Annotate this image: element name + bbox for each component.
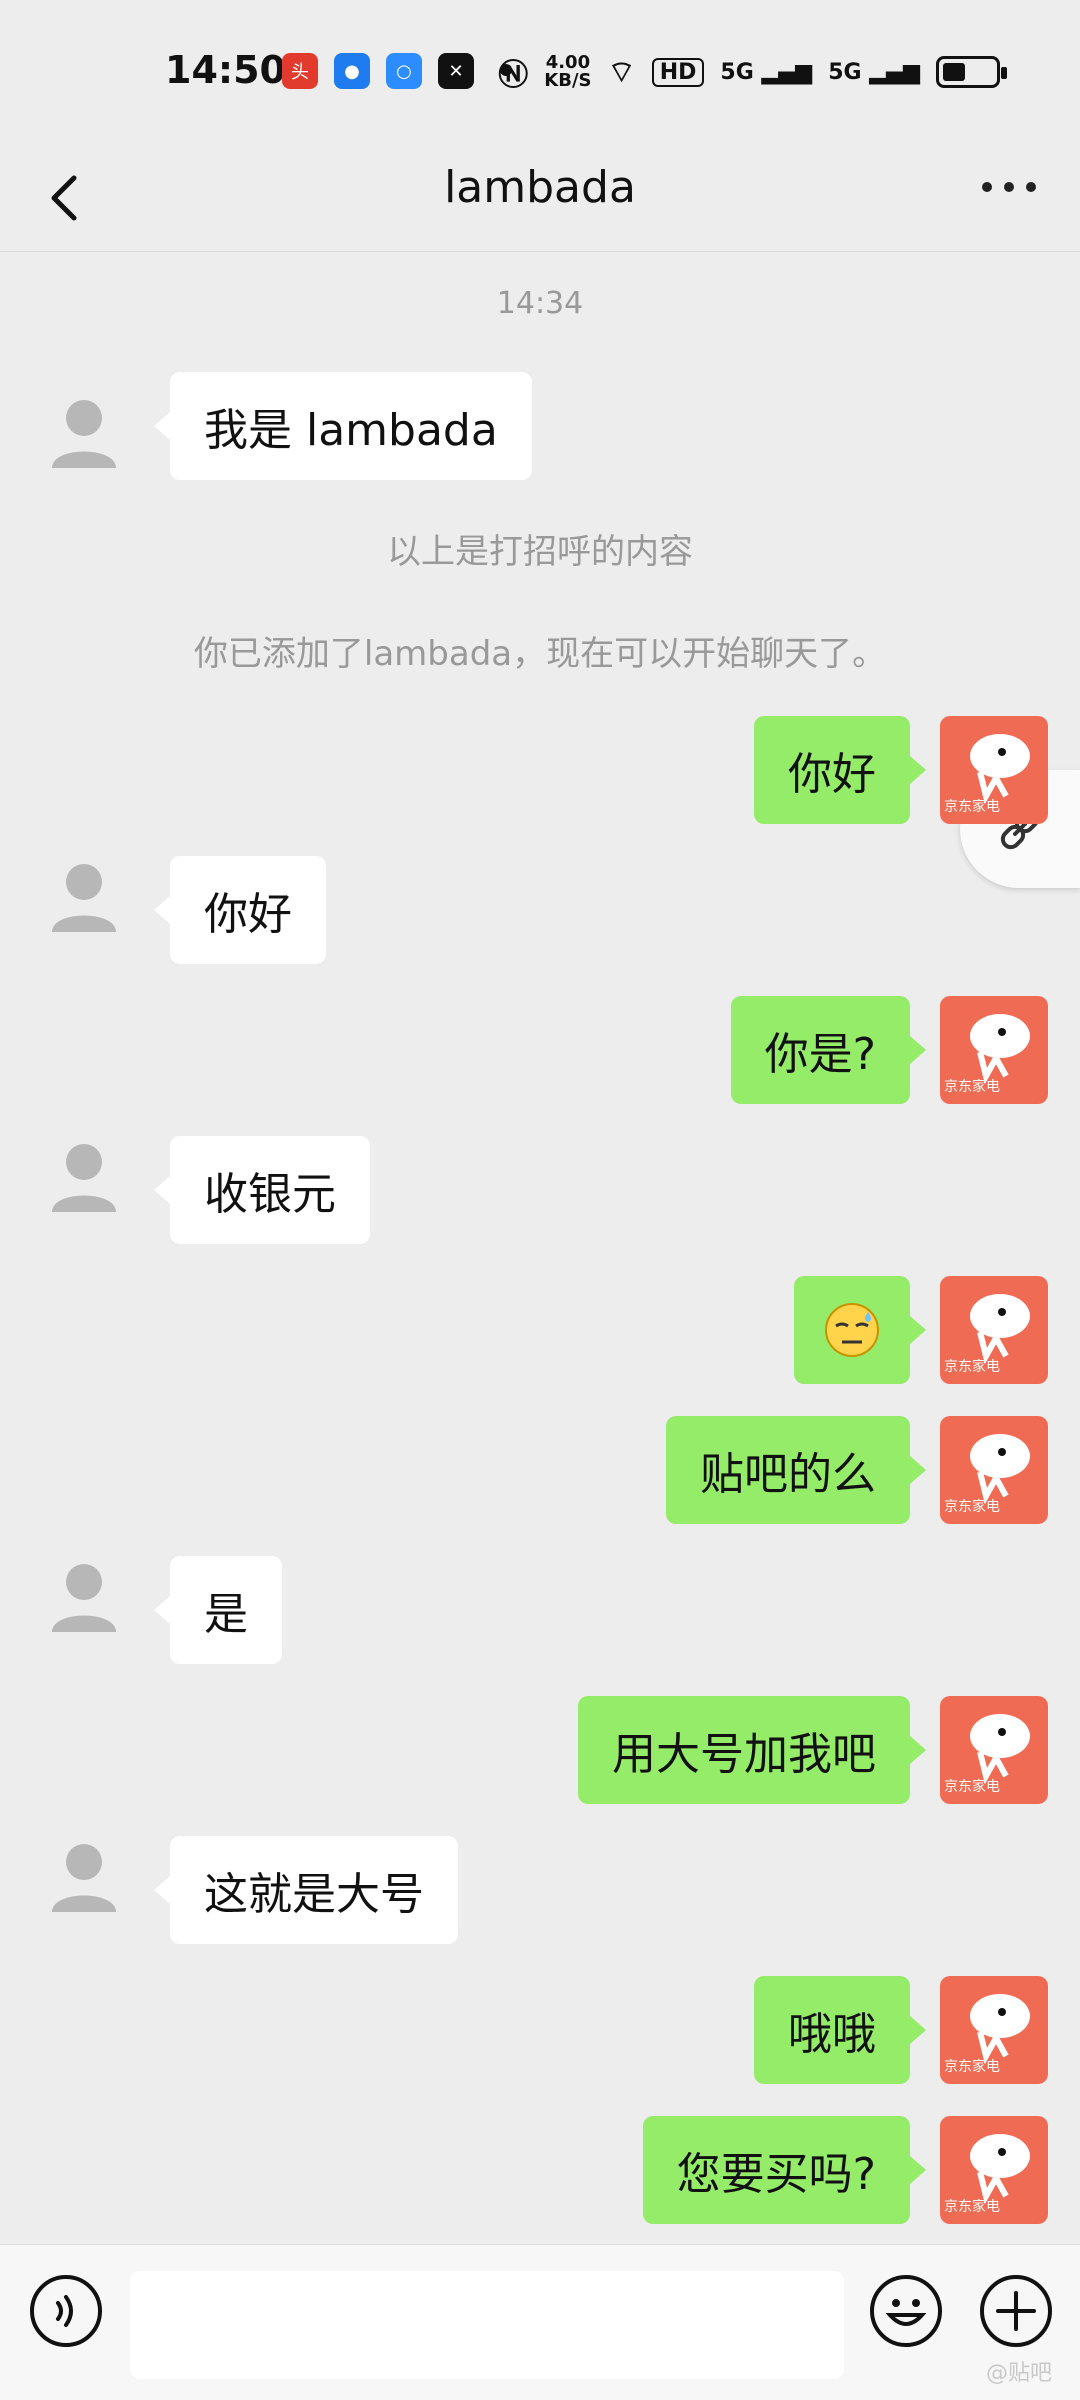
message-input[interactable] <box>130 2271 844 2379</box>
jd-avatar-icon[interactable]: 京东家电 <box>940 1416 1048 1524</box>
input-bar: @贴吧 <box>0 2244 1080 2400</box>
jd-avatar-icon[interactable]: 京东家电 <box>940 716 1048 824</box>
message-bubble-right[interactable]: 您要买吗? <box>642 2116 927 2224</box>
message-bubble-left[interactable]: 你好 <box>154 856 326 964</box>
system-added-note: 你已添加了lambada，现在可以开始聊天了。 <box>193 634 887 674</box>
jd-avatar-icon[interactable]: 京东家电 <box>940 1276 1048 1384</box>
contact-avatar-default-icon[interactable] <box>40 1552 128 1640</box>
emoji-button-icon[interactable] <box>868 2273 944 2349</box>
signal-5g-1: 5G ▂▄▆ <box>720 59 813 85</box>
nfc-icon: Ⓝ <box>498 58 529 93</box>
message-bubble-left[interactable]: 这就是大号 <box>154 1836 458 1944</box>
jd-avatar-icon[interactable]: 京东家电 <box>940 996 1048 1104</box>
message-bubble-right[interactable]: 你好 <box>754 716 926 824</box>
chat-area[interactable]: 14:34 我是 lambada 以上是打招呼的内容 你已添加了lambada，… <box>0 252 1080 2244</box>
system-greeting-note: 以上是打招呼的内容 <box>387 532 693 572</box>
voice-input-icon[interactable] <box>28 2273 104 2349</box>
status-bar: 14:50 头 ● ○ ✕ Ⓝ 4.00 KB/S ⌔ HD 5G ▂▄▆ 5G… <box>0 0 1080 144</box>
message-bubble-right[interactable]: 哦哦 <box>754 1976 926 2084</box>
chat-header: lambada <box>0 144 1080 252</box>
jd-avatar-icon[interactable]: 京东家电 <box>940 1976 1048 2084</box>
message-bubble-left[interactable]: 收银元 <box>154 1136 370 1244</box>
toutiao-icon: 头 <box>282 53 318 89</box>
jd-avatar-icon[interactable]: 京东家电 <box>940 1696 1048 1804</box>
status-time: 14:50 <box>165 48 286 92</box>
hd-badge: HD <box>651 57 705 87</box>
contact-avatar-default-icon[interactable] <box>40 1132 128 1220</box>
message-bubble-left[interactable]: 我是 lambada <box>154 372 532 480</box>
signal-5g-2: 5G ▂▄▆ <box>828 59 920 85</box>
contact-avatar-default-icon[interactable] <box>40 852 128 940</box>
message-bubble-left[interactable]: 是 <box>154 1556 282 1664</box>
jd-avatar-icon[interactable]: 京东家电 <box>940 2116 1048 2224</box>
add-plus-icon[interactable] <box>978 2273 1054 2349</box>
message-bubble-right[interactable]: 你是? <box>730 996 927 1104</box>
message-bubble-right-emoji[interactable] <box>794 1276 926 1384</box>
contact-avatar-default-icon[interactable] <box>40 1832 128 1920</box>
capcut-icon: ✕ <box>438 53 474 89</box>
contact-avatar-default-icon[interactable] <box>40 388 128 476</box>
circle-app-icon: ○ <box>386 53 422 89</box>
status-right-group: Ⓝ 4.00 KB/S ⌔ HD 5G ▂▄▆ 5G ▂▄▆ <box>498 50 1007 94</box>
battery-icon <box>936 56 1007 88</box>
wifi-icon: ⌔ <box>607 55 636 90</box>
robot-app-icon: ● <box>334 53 370 89</box>
sweat-emoji-icon <box>825 1303 879 1357</box>
watermark-text: @贴吧 <box>985 2361 1052 2386</box>
more-options-icon[interactable] <box>982 182 1036 192</box>
network-speed: 4.00 KB/S <box>544 52 592 91</box>
chat-title: lambada <box>444 162 636 213</box>
message-bubble-right[interactable]: 用大号加我吧 <box>578 1696 926 1804</box>
chat-timestamp: 14:34 <box>496 286 584 321</box>
message-bubble-right[interactable]: 贴吧的么 <box>666 1416 926 1524</box>
